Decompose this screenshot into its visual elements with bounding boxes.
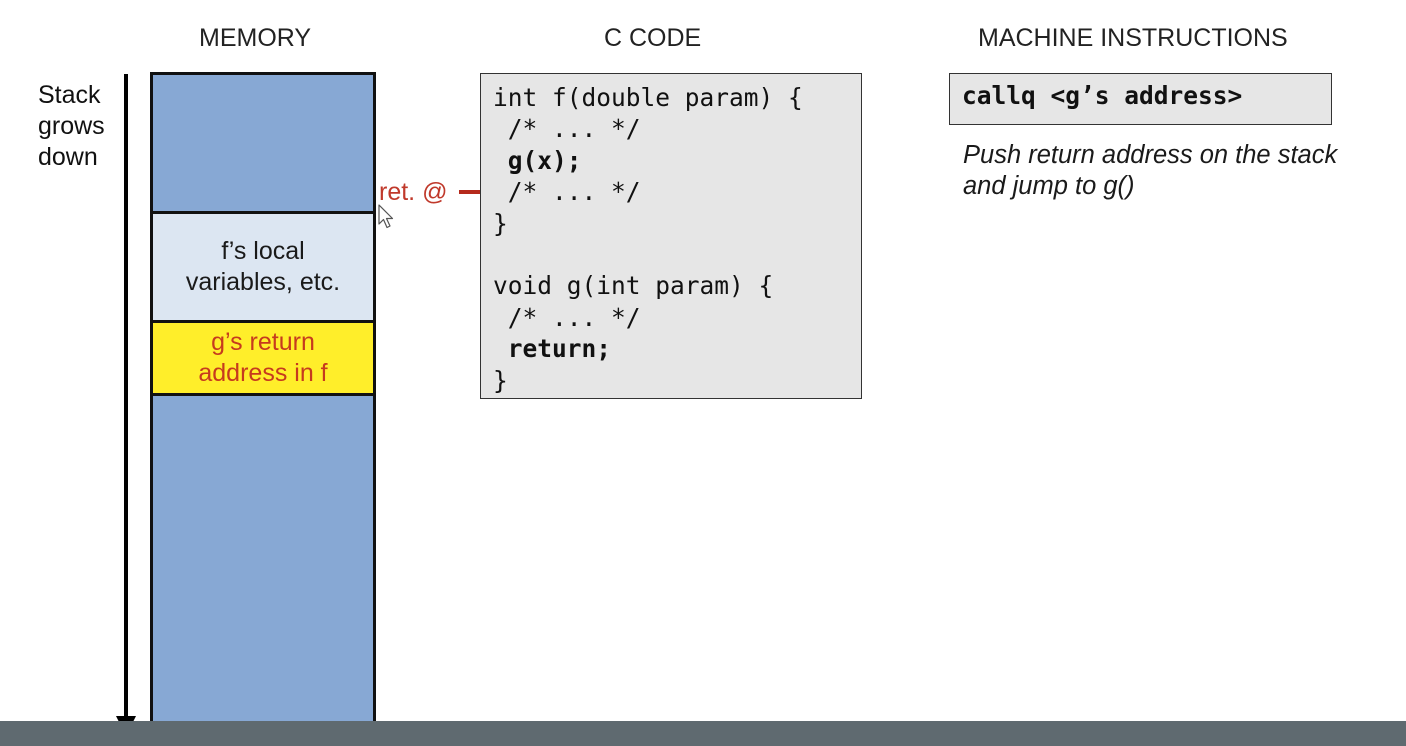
stack-label-line: Stack <box>38 81 101 109</box>
g-return-address-block: g’s return address in f <box>153 323 373 396</box>
stack-grows-down-label: Stack grows down <box>38 80 128 173</box>
mouse-cursor-icon <box>378 204 394 229</box>
stack-direction-arrow <box>124 74 128 722</box>
c-code-heading: C CODE <box>604 24 702 52</box>
code-line: /* ... */ <box>493 177 641 207</box>
instruction-desc-line: and jump to g() <box>963 172 1135 200</box>
code-line-return: return; <box>493 334 612 364</box>
code-line-call-g: g(x); <box>493 145 582 175</box>
return-address-label: ret. @ <box>379 178 448 206</box>
video-control-bar[interactable] <box>0 721 1406 746</box>
memory-heading: MEMORY <box>199 24 312 52</box>
machine-instructions-heading: MACHINE INSTRUCTIONS <box>978 24 1288 52</box>
stack-label-line: down <box>38 143 98 171</box>
memory-stack: f’s local variables, etc. g’s return add… <box>150 72 376 742</box>
code-line: int f(double param) { <box>493 83 803 112</box>
instruction-desc-line: Push return address on the stack <box>963 141 1338 169</box>
machine-instruction-box: callq <g’s address> <box>949 73 1332 125</box>
code-line: /* ... */ <box>493 302 641 332</box>
code-line: /* ... */ <box>493 114 641 144</box>
f-locals-line: f’s local <box>221 237 305 265</box>
g-return-line: address in f <box>198 359 328 387</box>
code-line: void g(int param) { <box>493 271 774 301</box>
code-line: } <box>493 208 508 238</box>
f-locals-line: variables, etc. <box>185 268 341 296</box>
instruction-description: Push return address on the stack and jum… <box>963 140 1393 202</box>
f-local-variables-block: f’s local variables, etc. <box>153 211 373 323</box>
code-line: } <box>493 365 508 395</box>
g-return-line: g’s return <box>211 328 315 356</box>
c-code-box: int f(double param) { /* ... */ g(x); /*… <box>480 73 862 399</box>
stack-label-line: grows <box>38 112 105 140</box>
